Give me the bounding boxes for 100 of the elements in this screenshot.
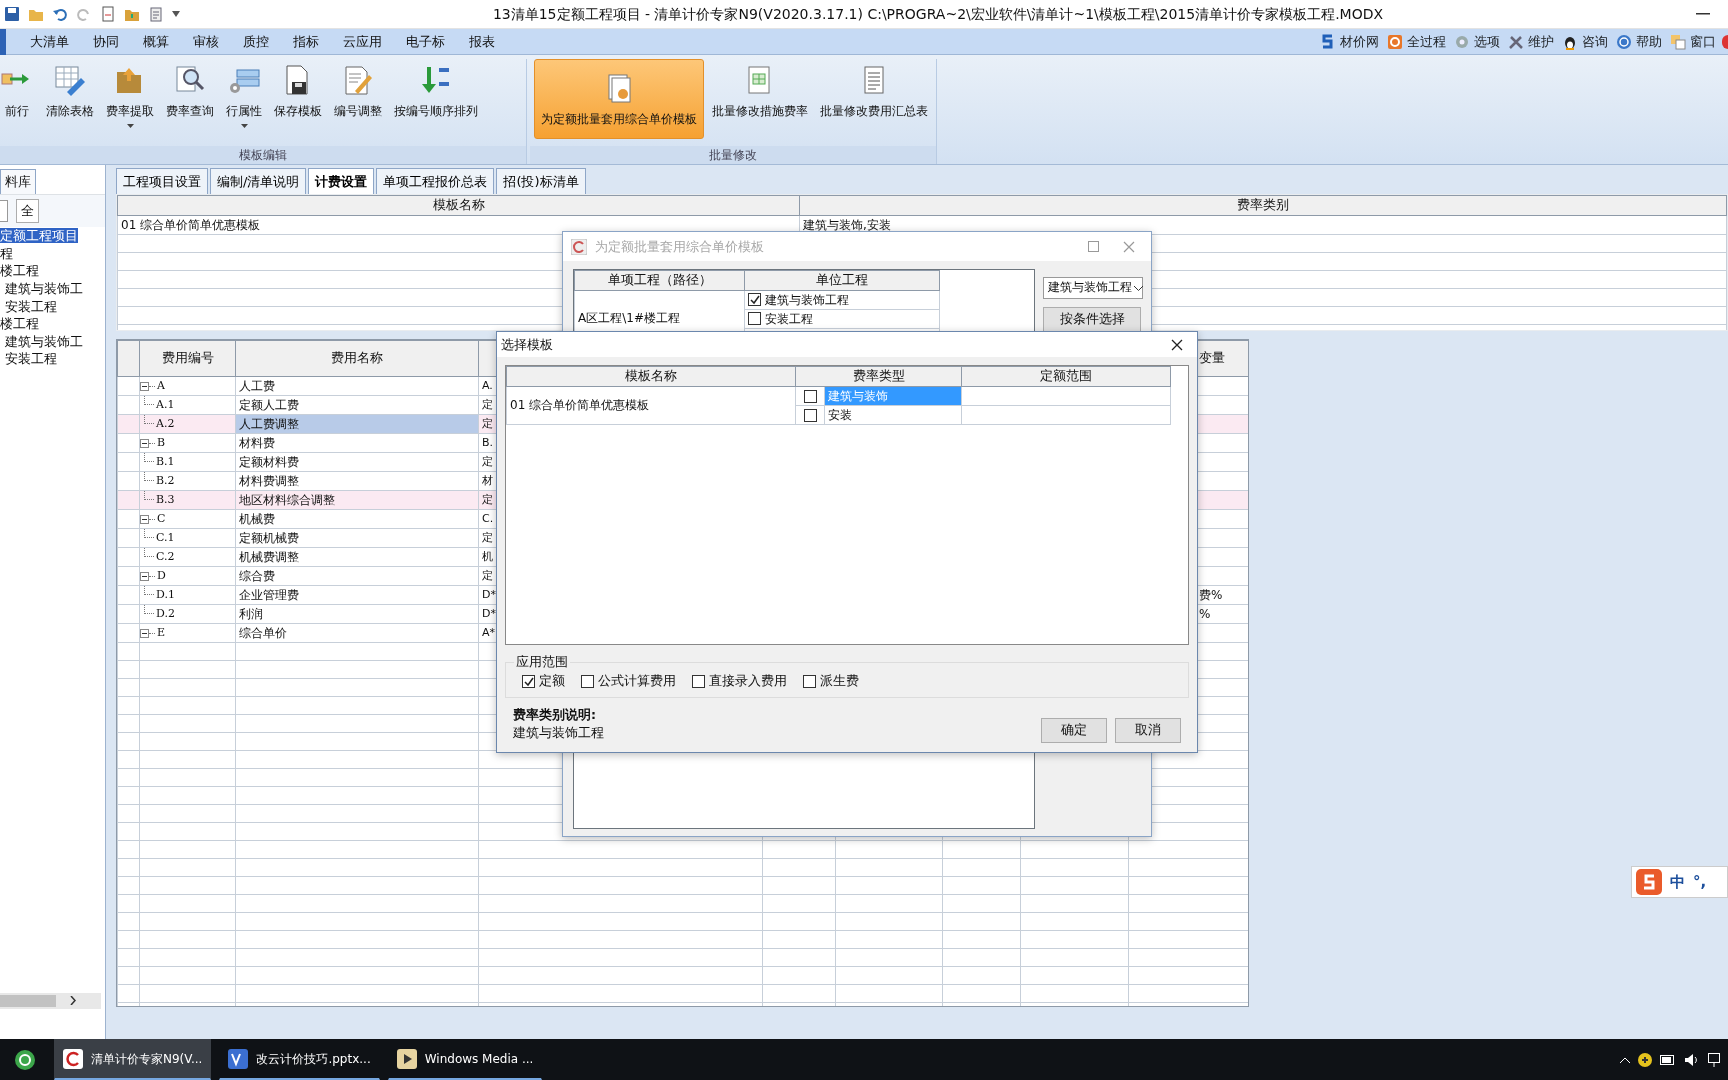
ime-bar[interactable]: 中 °, — [1631, 866, 1728, 898]
collapse-icon[interactable] — [140, 628, 149, 638]
tree-item[interactable]: 建筑与装饰工 — [5, 333, 83, 349]
ribbon-button[interactable]: 费率提取 — [102, 59, 158, 139]
all-button[interactable]: 全 — [16, 198, 39, 224]
checkbox-option[interactable]: 派生费 — [803, 671, 859, 691]
table-cell[interactable]: 综合单价 — [235, 623, 479, 643]
menu-item[interactable]: 指标 — [293, 31, 319, 52]
panel-tab[interactable]: 料库 — [0, 169, 36, 194]
checkbox[interactable] — [692, 674, 705, 688]
menu-item[interactable]: 审核 — [193, 31, 219, 52]
menu-item[interactable]: 窗口 — [1670, 31, 1716, 52]
file-tab[interactable] — [0, 28, 6, 55]
checkbox[interactable] — [803, 408, 817, 422]
ribbon-button[interactable]: 行属性 — [222, 59, 266, 139]
close-icon[interactable] — [1171, 338, 1183, 351]
battery-icon[interactable] — [1660, 1054, 1676, 1065]
table-cell[interactable]: 利润 — [235, 604, 479, 624]
checkbox-option[interactable]: 定额 — [522, 671, 565, 691]
tree-item[interactable]: 程 — [0, 245, 13, 261]
table-cell[interactable]: 机械费 — [235, 509, 479, 529]
menu-item[interactable]: 材价网 — [1320, 31, 1379, 52]
cancel-button[interactable]: 取消 — [1115, 718, 1181, 743]
network-icon[interactable] — [1708, 1052, 1720, 1067]
table-cell[interactable]: 材料费调整 — [235, 471, 479, 491]
menu-item[interactable]: 咨询 — [1562, 31, 1608, 52]
description-label: 费率类别说明: — [513, 705, 597, 724]
undo-icon[interactable] — [52, 6, 68, 22]
table-cell[interactable]: 人工费 — [235, 376, 479, 396]
ribbon-button[interactable]: 按编号顺序排列 — [390, 59, 482, 139]
ok-button[interactable]: 确定 — [1041, 718, 1107, 743]
ribbon-button[interactable]: 前行 — [0, 59, 38, 139]
ribbon-button[interactable]: 费率查询 — [162, 59, 218, 139]
minimize-icon[interactable] — [1696, 13, 1710, 15]
speaker-icon[interactable] — [1684, 1052, 1700, 1067]
shield-icon[interactable] — [1638, 1052, 1652, 1067]
tree-item[interactable]: 安装工程 — [5, 351, 57, 367]
table-cell[interactable]: 定额材料费 — [235, 452, 479, 472]
collapse-icon[interactable] — [140, 438, 149, 448]
ribbon-button[interactable]: 清除表格 — [42, 59, 98, 139]
table-cell[interactable]: 定额机械费 — [235, 528, 479, 548]
scrollbar[interactable] — [0, 993, 102, 1009]
menu-item[interactable]: 报表 — [469, 31, 495, 52]
checkbox[interactable] — [803, 389, 817, 403]
tab[interactable]: 编制/清单说明 — [210, 167, 307, 194]
table-cell[interactable]: 材料费 — [235, 433, 479, 453]
menu-item[interactable]: 概算 — [143, 31, 169, 52]
checkbox[interactable] — [748, 312, 761, 326]
menu-item[interactable]: 协同 — [93, 31, 119, 52]
clipboard-icon[interactable] — [148, 6, 164, 22]
table-cell[interactable]: 机械费调整 — [235, 547, 479, 567]
menu-item[interactable]: 选项 — [1454, 31, 1500, 52]
table-cell[interactable]: 安装 — [824, 405, 962, 425]
chevron-up-icon[interactable] — [1620, 1056, 1630, 1063]
collapse-icon[interactable] — [140, 571, 149, 581]
tab[interactable]: 招(投)标清单 — [496, 167, 586, 194]
menu-item[interactable]: 大清单 — [30, 31, 69, 52]
search-field[interactable] — [0, 199, 8, 222]
collapse-icon[interactable] — [140, 381, 149, 391]
tree-item[interactable]: 楼工程 — [0, 316, 39, 332]
filter-button[interactable]: 按条件选择 — [1043, 307, 1141, 332]
tree-item[interactable]: 定额工程项目 — [0, 228, 78, 244]
checkbox-option[interactable]: 公式计算费用 — [581, 671, 676, 691]
taskbar-item[interactable]: 清单计价专家N9(V... — [54, 1039, 212, 1080]
table-cell[interactable]: 综合费 — [235, 566, 479, 586]
dropdown[interactable]: 建筑与装饰工程 — [1043, 277, 1143, 299]
menu-item[interactable]: 全过程 — [1387, 31, 1446, 52]
menu-item[interactable]: 电子标 — [406, 31, 445, 52]
chevron-right-icon[interactable] — [70, 996, 77, 1005]
table-cell: B. — [482, 435, 494, 449]
table-cell[interactable]: 企业管理费 — [235, 585, 479, 605]
ribbon-button[interactable]: 编号调整 — [330, 59, 386, 139]
tree-item[interactable]: 楼工程 — [0, 263, 39, 279]
menu-item[interactable]: 质控 — [243, 31, 269, 52]
menu-item[interactable]: 帮助 — [1616, 31, 1662, 52]
tree-item[interactable]: 安装工程 — [5, 298, 57, 314]
table-cell[interactable]: 定额人工费 — [235, 395, 479, 415]
ribbon-button[interactable]: 批量修改措施费率 — [708, 59, 812, 139]
caret-icon[interactable] — [172, 11, 180, 17]
checkbox[interactable] — [581, 674, 594, 688]
checkbox[interactable] — [522, 674, 535, 688]
menu-item[interactable]: 云应用 — [343, 31, 382, 52]
scrollbar-thumb[interactable] — [0, 995, 56, 1007]
ribbon-button[interactable]: 保存模板 — [270, 59, 326, 139]
menu-item[interactable]: 维护 — [1508, 31, 1554, 52]
maximize-icon[interactable] — [1088, 241, 1099, 252]
tab[interactable]: 计费设置 — [308, 167, 375, 194]
tree-item[interactable]: 建筑与装饰工 — [5, 281, 83, 297]
collapse-icon[interactable] — [140, 514, 149, 524]
ribbon-button[interactable]: 为定额批量套用综合单价模板 — [534, 59, 704, 139]
checkbox[interactable] — [748, 293, 761, 307]
taskbar-item[interactable]: 改云计价技巧.pptx... — [219, 1039, 380, 1080]
taskbar-item[interactable]: Windows Media ... — [387, 1039, 543, 1080]
checkbox[interactable] — [803, 674, 816, 688]
windows-icon — [1670, 33, 1686, 50]
ribbon-button[interactable]: 批量修改费用汇总表 — [816, 59, 932, 139]
start-icon[interactable] — [14, 1048, 36, 1071]
tab[interactable]: 单项工程报价总表 — [376, 167, 495, 194]
checkbox-option[interactable]: 直接录入费用 — [692, 671, 787, 691]
tab[interactable]: 工程项目设置 — [116, 167, 208, 194]
